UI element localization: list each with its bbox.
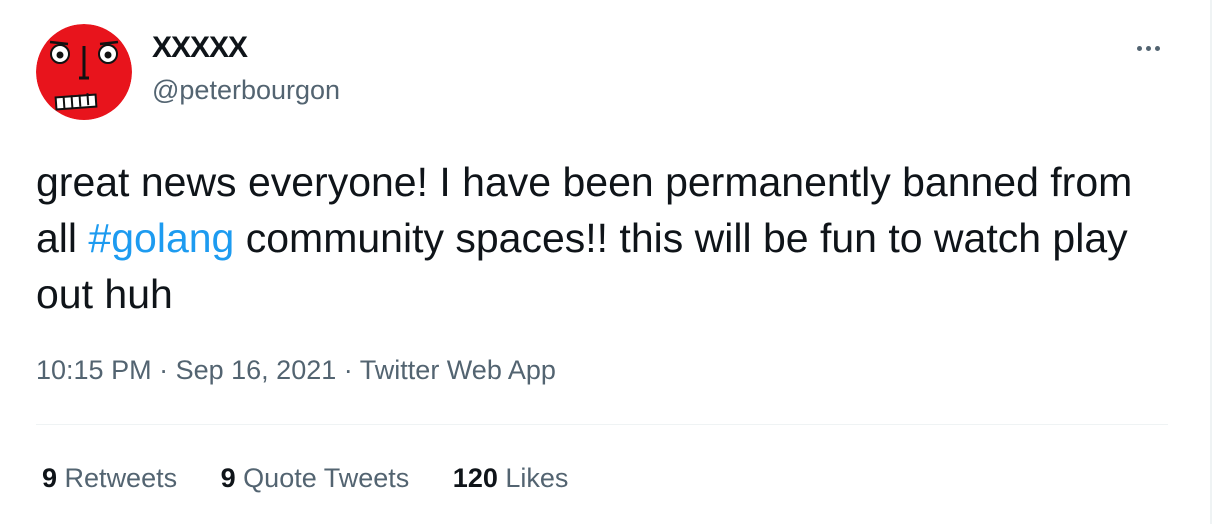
retweets-label: Retweets (64, 463, 178, 493)
tweet-date[interactable]: Sep 16, 2021 (176, 355, 337, 385)
quote-tweets-count: 9 (220, 463, 236, 493)
retweets-count: 9 (42, 463, 58, 493)
tweet-meta: 10:15 PM · Sep 16, 2021 · Twitter Web Ap… (36, 352, 556, 388)
likes-stat[interactable]: 120 Likes (453, 460, 569, 496)
likes-count: 120 (452, 463, 498, 493)
meta-separator: · (159, 355, 169, 385)
more-dot-icon (1145, 45, 1151, 51)
tweet-text: great news everyone! I have been permane… (36, 154, 1176, 322)
quote-tweets-stat[interactable]: 9 Quote Tweets (221, 460, 410, 496)
more-dot-icon (1154, 45, 1160, 51)
display-name[interactable]: XXXXX (152, 28, 248, 68)
tweet-card: XXXXX @peterbourgon great news everyone!… (0, 0, 1212, 524)
more-options-button[interactable] (1128, 34, 1168, 62)
hashtag-link[interactable]: #golang (88, 215, 234, 261)
red-face-avatar-icon (36, 24, 132, 120)
tweet-stats: 9 Retweets 9 Quote Tweets 120 Likes (42, 460, 604, 496)
meta-separator: · (343, 355, 353, 385)
divider (36, 424, 1168, 425)
retweets-stat[interactable]: 9 Retweets (42, 460, 177, 496)
quote-tweets-label: Quote Tweets (243, 463, 410, 493)
tweet-source[interactable]: Twitter Web App (360, 355, 556, 385)
avatar[interactable] (36, 24, 132, 120)
user-handle[interactable]: @peterbourgon (152, 72, 340, 108)
likes-label: Likes (505, 463, 569, 493)
tweet-time[interactable]: 10:15 PM (36, 355, 152, 385)
more-dot-icon (1136, 45, 1142, 51)
